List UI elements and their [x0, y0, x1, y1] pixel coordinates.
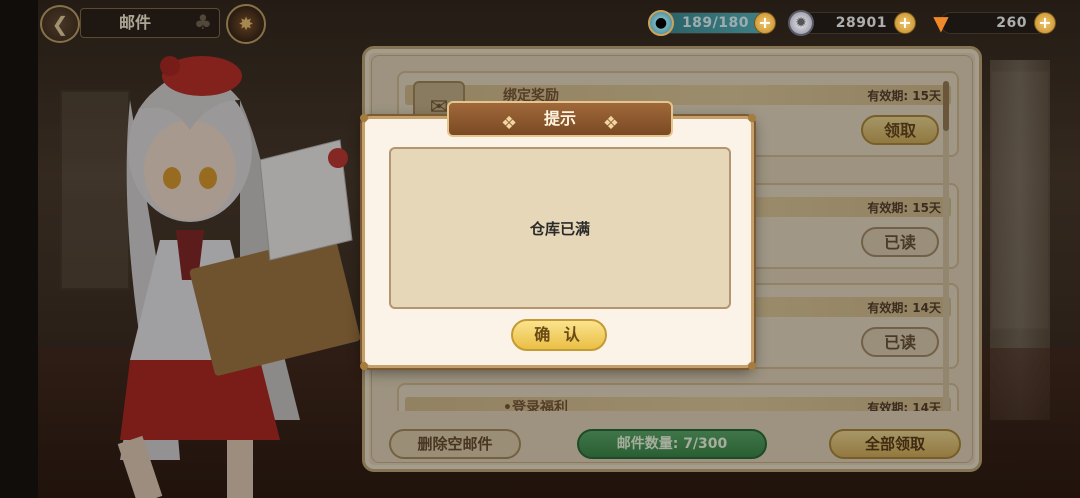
dialog-message-box: 仓库已满 [389, 147, 731, 309]
carrot-icon: ▼ [933, 11, 949, 35]
dialog-message: 仓库已满 [529, 219, 590, 238]
ornament-icon: ❖ [501, 113, 518, 134]
add-silver-button[interactable]: + [894, 12, 916, 34]
ornament-icon: ❖ [602, 113, 619, 134]
potion-icon: ● [648, 10, 674, 36]
alert-dialog: ❖ 提示 ❖ 仓库已满 确 认 [360, 101, 756, 370]
confirm-button[interactable]: 确 认 [511, 319, 607, 351]
add-stamina-button[interactable]: + [754, 12, 776, 34]
silver-coin-icon: ✹ [788, 10, 814, 36]
add-carrot-button[interactable]: + [1034, 12, 1056, 34]
dialog-title-plate: ❖ 提示 ❖ [447, 101, 673, 137]
dialog-title: 提示 [543, 109, 576, 128]
